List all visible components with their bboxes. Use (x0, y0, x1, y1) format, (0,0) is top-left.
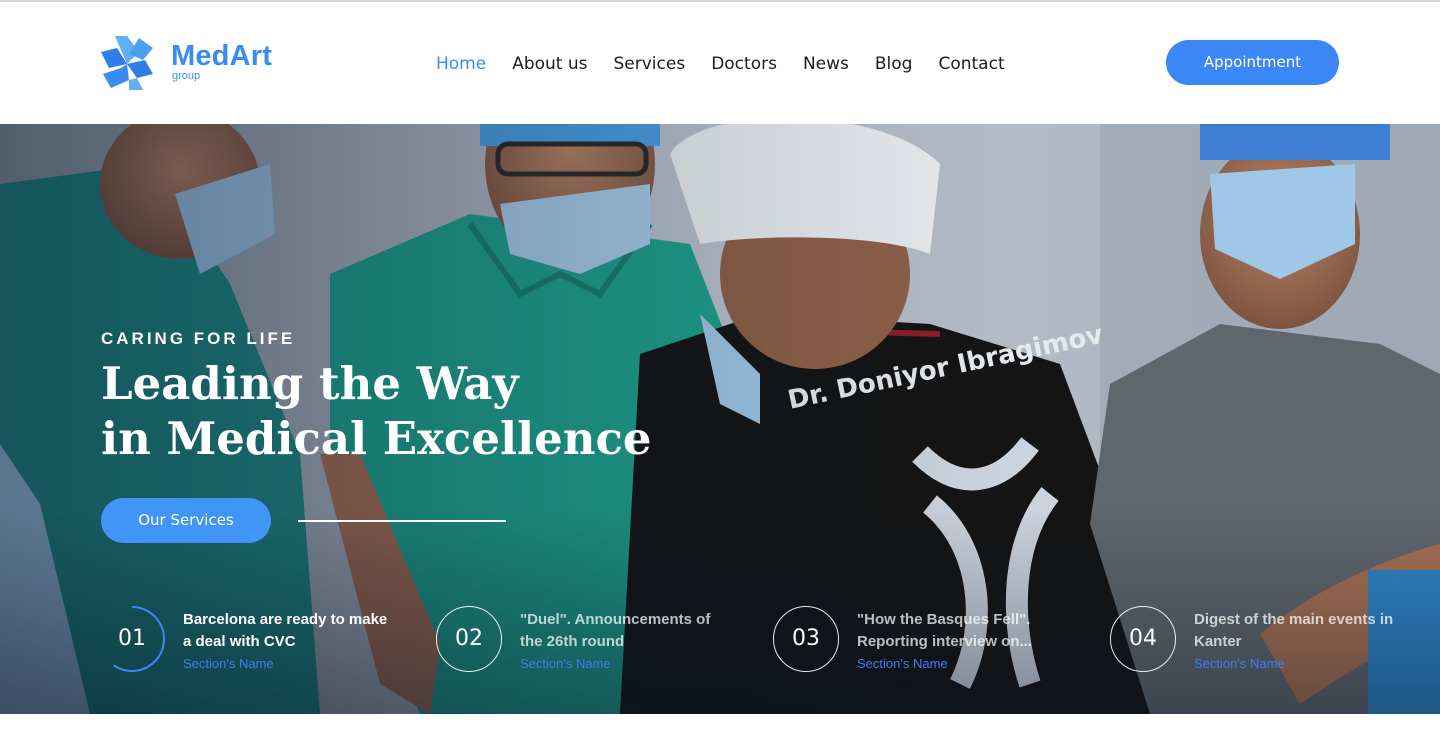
slide-tab-2[interactable]: 02 "Duel". Announcements of the 26th rou… (436, 606, 736, 676)
hero-slide-nav: 01 Barcelona are ready to make a deal wi… (0, 606, 1440, 676)
slide-title: "Duel". Announcements of the 26th round (520, 611, 711, 650)
hero-section: Dr. Doniyor Ibragimov CARING FOR LIFE Le… (0, 124, 1440, 714)
site-header: MedArt group Home About us Services Doct… (0, 0, 1440, 124)
slide-number: 03 (792, 626, 820, 651)
slide-title: Barcelona are ready to make a deal with … (183, 611, 388, 650)
brand-subtitle: group (172, 70, 201, 82)
slide-section-name: Section's Name (1194, 656, 1285, 671)
nav-about[interactable]: About us (512, 52, 587, 76)
slide-number: 01 (118, 626, 146, 651)
slide-tab-4[interactable]: 04 Digest of the main events in Kanter S… (1110, 606, 1410, 676)
nav-services[interactable]: Services (614, 52, 686, 76)
nav-blog[interactable]: Blog (875, 52, 913, 76)
hero-headline: Leading the Way in Medical Excellence (101, 356, 721, 466)
slide-title: Digest of the main events in Kanter (1194, 611, 1394, 650)
medart-logo-icon (101, 36, 153, 90)
slide-number: 02 (455, 626, 483, 651)
brand-name: MedArt (171, 40, 273, 72)
slide-tab-1[interactable]: 01 Barcelona are ready to make a deal wi… (99, 606, 399, 676)
appointment-button[interactable]: Appointment (1166, 40, 1339, 85)
slide-title: "How the Basques Fell". Reporting interv… (857, 611, 1033, 650)
our-services-button[interactable]: Our Services (101, 498, 271, 543)
slide-section-name: Section's Name (857, 656, 948, 671)
nav-doctors[interactable]: Doctors (711, 52, 777, 76)
brand-logo[interactable]: MedArt group (99, 34, 299, 92)
nav-contact[interactable]: Contact (938, 52, 1004, 76)
slide-section-name: Section's Name (183, 656, 274, 671)
slide-tab-3[interactable]: 03 "How the Basques Fell". Reporting int… (773, 606, 1073, 676)
hero-divider (298, 520, 506, 522)
slide-section-name: Section's Name (520, 656, 611, 671)
hero-eyebrow: CARING FOR LIFE (101, 329, 296, 348)
slide-number: 04 (1129, 626, 1157, 651)
hero-headline-line1: Leading the Way (101, 357, 519, 410)
hero-headline-line2: in Medical Excellence (101, 412, 652, 465)
nav-home[interactable]: Home (436, 52, 486, 76)
main-nav: Home About us Services Doctors News Blog… (436, 52, 1031, 76)
nav-news[interactable]: News (803, 52, 849, 76)
